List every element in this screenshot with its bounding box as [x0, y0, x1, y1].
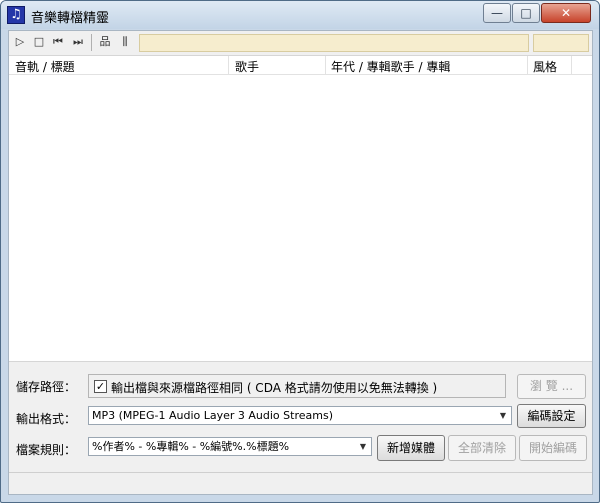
column-separator: [325, 56, 326, 75]
column-artist[interactable]: 歌手: [235, 58, 259, 74]
file-rule-select[interactable]: %作者% - %專輯% - %編號%.%標題% ▼: [88, 437, 372, 456]
play-icon[interactable]: ▷: [13, 35, 27, 49]
equalizer-icon[interactable]: ⫼: [118, 35, 132, 49]
column-track-title[interactable]: 音軌 / 標題: [15, 58, 75, 74]
clear-all-button[interactable]: 全部清除: [448, 435, 516, 461]
status-field-right: [533, 34, 589, 52]
track-list-header: 音軌 / 標題 歌手 年代 / 專輯歌手 / 專輯 風格: [9, 56, 592, 75]
previous-icon[interactable]: ⏮: [51, 35, 65, 49]
start-encode-button[interactable]: 開始編碼: [519, 435, 587, 461]
column-separator: [527, 56, 528, 75]
save-path-group: ✓ 輸出檔與來源檔路徑相同 ( CDA 格式請勿使用以免無法轉換 ): [88, 374, 506, 398]
status-field: [139, 34, 529, 52]
minimize-button[interactable]: —: [483, 3, 511, 23]
window-title: 音樂轉檔精靈: [31, 11, 110, 26]
client-area: ▷ □ ⏮ ⏭ 品 ⫼ 音軌 / 標題 歌手 年代 / 專輯歌手 / 專輯 風格: [8, 30, 593, 495]
network-icon[interactable]: 品: [98, 35, 112, 49]
maximize-button[interactable]: □: [512, 3, 540, 23]
toolbar-separator: [91, 34, 92, 51]
file-rule-value: %作者% - %專輯% - %編號%.%標題%: [92, 440, 290, 453]
app-window: ♫ 音樂轉檔精靈 — □ ✕ ▷ □ ⏮ ⏭ 品 ⫼ 音軌 / 標題 歌手 年代…: [0, 0, 600, 503]
track-list[interactable]: 音軌 / 標題 歌手 年代 / 專輯歌手 / 專輯 風格: [9, 55, 592, 362]
same-path-checkbox-label[interactable]: 輸出檔與來源檔路徑相同 ( CDA 格式請勿使用以免無法轉換 ): [111, 379, 437, 396]
column-year-album[interactable]: 年代 / 專輯歌手 / 專輯: [331, 58, 450, 74]
music-note-icon: ♫: [7, 6, 25, 24]
close-button[interactable]: ✕: [541, 3, 591, 23]
browse-button[interactable]: 瀏 覽 ...: [517, 374, 586, 399]
stop-icon[interactable]: □: [32, 35, 46, 49]
status-bar: [9, 472, 592, 494]
add-media-button[interactable]: 新增媒體: [377, 435, 445, 461]
title-bar: ♫ 音樂轉檔精靈 — □ ✕: [1, 1, 599, 29]
same-path-checkbox[interactable]: ✓: [94, 380, 107, 393]
output-format-label: 輸出格式：: [16, 412, 77, 426]
chevron-down-icon[interactable]: ▼: [355, 438, 371, 455]
column-separator: [571, 56, 572, 75]
output-format-value: MP3 (MPEG-1 Audio Layer 3 Audio Streams): [92, 409, 333, 422]
output-format-select[interactable]: MP3 (MPEG-1 Audio Layer 3 Audio Streams)…: [88, 406, 512, 425]
save-path-label: 儲存路徑：: [16, 380, 77, 394]
file-rule-label: 檔案規則：: [16, 443, 77, 457]
next-icon[interactable]: ⏭: [71, 35, 85, 49]
encode-settings-button[interactable]: 編碼設定: [517, 404, 586, 428]
column-genre[interactable]: 風格: [533, 58, 557, 74]
chevron-down-icon[interactable]: ▼: [495, 407, 511, 424]
column-separator: [228, 56, 229, 75]
toolbar: ▷ □ ⏮ ⏭ 品 ⫼: [9, 31, 592, 55]
